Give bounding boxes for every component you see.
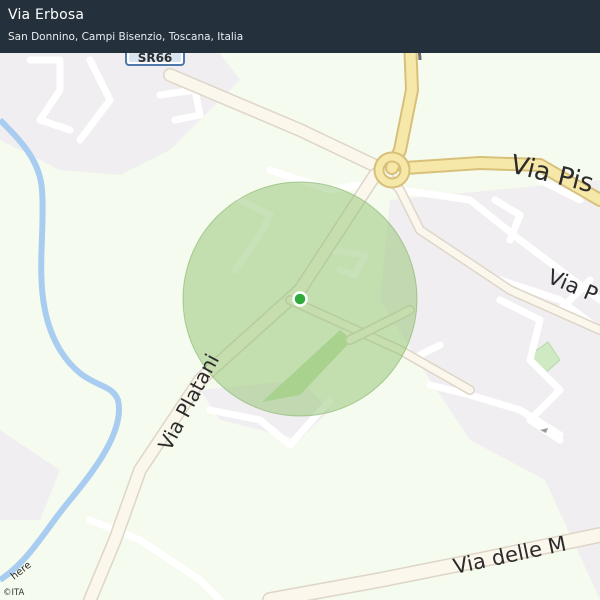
map-attribution[interactable]: ©ITA — [3, 588, 24, 598]
location-dot[interactable] — [292, 291, 308, 307]
location-header: Via Erbosa San Donnino, Campi Bisenzio, … — [0, 0, 600, 53]
road-label-via-delle-m: Via delle M — [451, 532, 568, 579]
location-subtitle: San Donnino, Campi Bisenzio, Toscana, It… — [8, 31, 244, 43]
location-title: Via Erbosa — [8, 7, 85, 23]
map-canvas[interactable]: SR66 Via Platani Via Pis Via P Via delle… — [0, 0, 600, 600]
route-shield-label: SR66 — [138, 51, 173, 65]
river-label: here — [9, 560, 34, 583]
